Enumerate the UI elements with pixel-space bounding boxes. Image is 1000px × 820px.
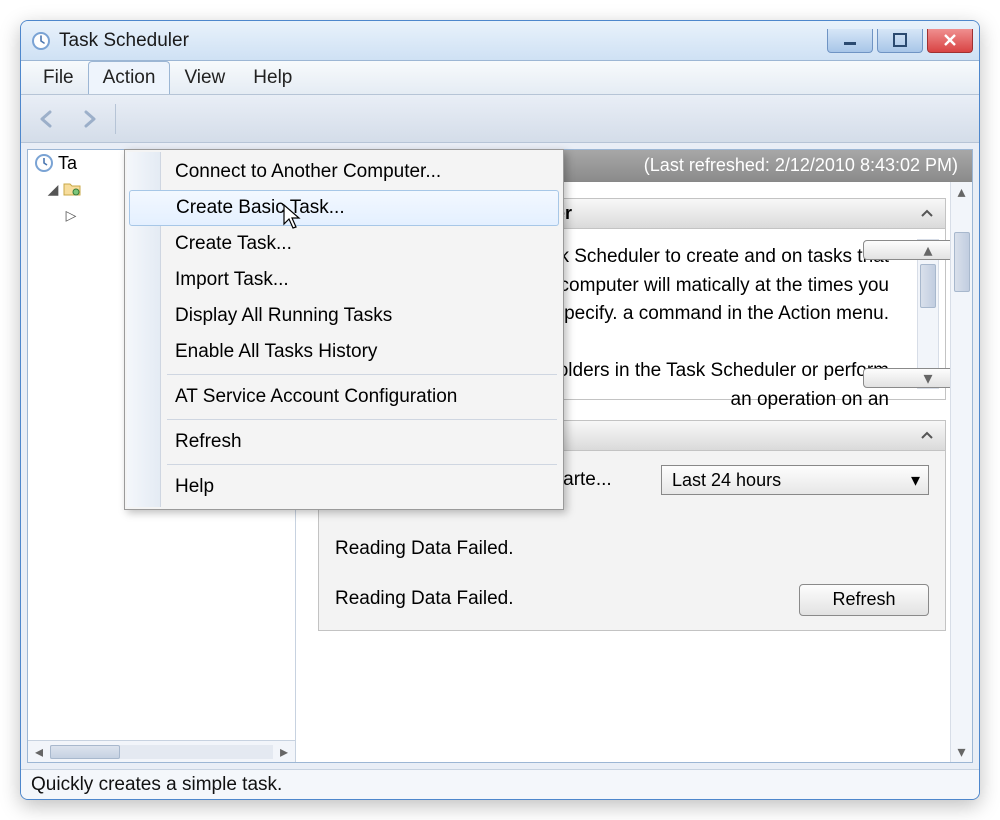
tree-collapse-icon[interactable]: ◢ xyxy=(46,181,60,198)
scroll-thumb[interactable] xyxy=(954,232,970,292)
scroll-left-icon[interactable]: ◂ xyxy=(28,741,50,763)
collapse-icon[interactable] xyxy=(919,428,935,444)
toolbar xyxy=(21,95,979,143)
action-dropdown-menu: Connect to Another Computer... Create Ba… xyxy=(124,149,564,510)
menu-help-item[interactable]: Help xyxy=(127,469,561,505)
menu-import-task[interactable]: Import Task... xyxy=(127,262,561,298)
menu-refresh[interactable]: Refresh xyxy=(127,424,561,460)
maximize-button[interactable] xyxy=(877,29,923,53)
nav-forward-button[interactable] xyxy=(71,101,107,137)
menu-separator xyxy=(167,419,557,420)
window-title: Task Scheduler xyxy=(59,30,827,52)
main-vertical-scrollbar[interactable]: ▴ ▾ xyxy=(950,182,972,762)
scroll-thumb[interactable] xyxy=(50,745,120,759)
scroll-down-icon[interactable]: ▾ xyxy=(863,368,950,388)
menu-create-task[interactable]: Create Task... xyxy=(127,226,561,262)
menu-enable-task-history[interactable]: Enable All Tasks History xyxy=(127,334,561,370)
status-bar: Quickly creates a simple task. xyxy=(21,769,979,799)
title-bar: Task Scheduler xyxy=(21,21,979,61)
menu-display-running-tasks[interactable]: Display All Running Tasks xyxy=(127,298,561,334)
scroll-up-icon[interactable]: ▴ xyxy=(863,240,950,260)
menu-separator xyxy=(167,374,557,375)
task-scheduler-window: Task Scheduler File Action View Help xyxy=(20,20,980,800)
overview-scrollbar[interactable]: ▴ ▾ xyxy=(917,239,939,389)
chevron-down-icon: ▾ xyxy=(911,467,920,494)
menu-view[interactable]: View xyxy=(170,61,239,94)
menu-help[interactable]: Help xyxy=(239,61,306,94)
refresh-button[interactable]: Refresh xyxy=(799,584,929,616)
fail-message-1: Reading Data Failed. xyxy=(335,535,929,564)
close-button[interactable] xyxy=(927,29,973,53)
toolbar-separator xyxy=(115,104,116,134)
client-area: Connect to Another Computer... Create Ba… xyxy=(21,143,979,769)
minimize-button[interactable] xyxy=(827,29,873,53)
scroll-thumb[interactable] xyxy=(920,264,936,308)
menu-create-basic-task[interactable]: Create Basic Task... xyxy=(129,190,559,226)
clock-icon xyxy=(34,153,54,173)
tree-horizontal-scrollbar[interactable]: ◂ ▸ xyxy=(28,740,295,762)
menu-action[interactable]: Action xyxy=(88,61,171,94)
scroll-up-icon[interactable]: ▴ xyxy=(951,182,972,202)
dropdown-value: Last 24 hours xyxy=(672,467,781,494)
last-refreshed-label: (Last refreshed: 2/12/2010 8:43:02 PM) xyxy=(644,155,958,176)
collapse-icon[interactable] xyxy=(919,206,935,222)
menu-bar: File Action View Help xyxy=(21,61,979,95)
scroll-down-icon[interactable]: ▾ xyxy=(951,742,972,762)
folder-icon xyxy=(62,179,82,199)
fail-message-2: Reading Data Failed. xyxy=(335,585,514,614)
menu-at-service-config[interactable]: AT Service Account Configuration xyxy=(127,379,561,415)
scroll-right-icon[interactable]: ▸ xyxy=(273,741,295,763)
clock-icon xyxy=(31,31,51,51)
status-text: Quickly creates a simple task. xyxy=(31,774,282,796)
menu-separator xyxy=(167,464,557,465)
menu-file[interactable]: File xyxy=(29,61,88,94)
nav-back-button[interactable] xyxy=(29,101,65,137)
tree-root-label: Ta xyxy=(58,153,77,174)
tree-expand-icon[interactable]: ▷ xyxy=(64,207,78,224)
time-range-dropdown[interactable]: Last 24 hours ▾ xyxy=(661,465,929,495)
menu-connect-computer[interactable]: Connect to Another Computer... xyxy=(127,154,561,190)
